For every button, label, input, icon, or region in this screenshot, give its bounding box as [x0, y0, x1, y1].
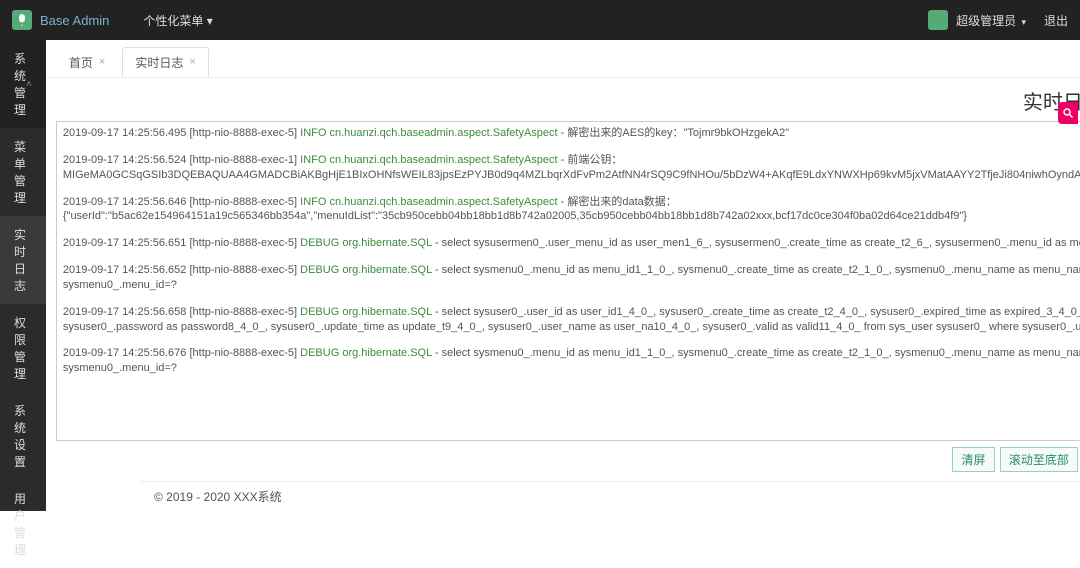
footer: © 2019 - 2020 XXX系统: [140, 481, 1080, 511]
close-icon[interactable]: ×: [189, 56, 195, 68]
chevron-down-icon: ▾: [207, 14, 213, 28]
chevron-up-icon: ˄: [26, 79, 32, 90]
tabs-bar: 首页 × 实时日志 ×: [46, 46, 1080, 78]
user-label: 超级管理员: [956, 14, 1016, 28]
log-level: DEBUG: [300, 306, 339, 318]
log-logger: cn.huanzi.qch.baseadmin.aspect.SafetyAsp…: [329, 154, 557, 166]
sidebar-item-label: 用户管理: [14, 490, 32, 558]
tab-label: 实时日志: [135, 54, 183, 71]
page-title: 实时日志: [46, 78, 1080, 121]
log-entry: 2019-09-17 14:25:56.495 [http-nio-8888-e…: [63, 126, 1080, 141]
tab-home[interactable]: 首页 ×: [56, 47, 118, 77]
log-horizontal-scrollbar[interactable]: [63, 388, 1080, 400]
log-logger: cn.huanzi.qch.baseadmin.aspect.SafetyAsp…: [329, 196, 557, 208]
sidebar-item-menu-mgmt[interactable]: 菜单管理: [0, 128, 46, 216]
log-logger: cn.huanzi.qch.baseadmin.aspect.SafetyAsp…: [329, 127, 557, 139]
tab-realtime-log[interactable]: 实时日志 ×: [122, 47, 208, 77]
log-logger: org.hibernate.SQL: [342, 347, 431, 359]
sidebar-item-label: 菜单管理: [14, 138, 32, 206]
sidebar-item-permission[interactable]: 权限管理: [0, 304, 46, 392]
log-level: INFO: [300, 196, 326, 208]
tab-label: 首页: [69, 54, 93, 71]
brand-logo-icon: [12, 10, 32, 30]
sidebar-item-realtime-log[interactable]: 实时日志: [0, 216, 46, 304]
nav-menu-personalize[interactable]: 个性化菜单 ▾: [133, 12, 222, 29]
log-entry: 2019-09-17 14:25:56.658 [http-nio-8888-e…: [63, 305, 1080, 335]
sidebar-item-system-settings[interactable]: 系统设置: [0, 392, 46, 480]
sidebar-item-label: 系统设置: [14, 402, 32, 470]
copyright-text: © 2019 - 2020 XXX系统: [154, 488, 282, 505]
scroll-bottom-button[interactable]: 滚动至底部: [1000, 447, 1078, 472]
brand-title[interactable]: Base Admin: [40, 13, 109, 28]
user-area: 超级管理员 ▾ 退出: [928, 10, 1068, 30]
search-icon[interactable]: [1058, 102, 1078, 124]
log-button-row: 清屏 滚动至底部 开启自动滚动: [46, 441, 1080, 478]
log-viewer[interactable]: 2019-09-17 14:25:56.495 [http-nio-8888-e…: [56, 121, 1080, 441]
logout-link[interactable]: 退出: [1044, 12, 1068, 29]
sidebar-item-label: 实时日志: [14, 226, 32, 294]
chevron-down-icon: ▾: [1021, 17, 1026, 27]
log-level: DEBUG: [300, 237, 339, 249]
log-logger: org.hibernate.SQL: [342, 264, 431, 276]
log-entry: 2019-09-17 14:25:56.646 [http-nio-8888-e…: [63, 195, 1080, 225]
sidebar-item-user-mgmt[interactable]: 用户管理: [0, 480, 46, 568]
clear-button[interactable]: 清屏: [952, 447, 994, 472]
log-level: DEBUG: [300, 264, 339, 276]
sidebar-group-system[interactable]: 系统管理 ˄: [0, 40, 46, 128]
sidebar: 系统管理 ˄ 菜单管理 实时日志 权限管理 系统设置 用户管理: [0, 40, 46, 511]
log-entry: 2019-09-17 14:25:56.524 [http-nio-8888-e…: [63, 153, 1080, 183]
sidebar-group-label: 系统管理: [14, 50, 26, 118]
log-entry: 2019-09-17 14:25:56.676 [http-nio-8888-e…: [63, 346, 1080, 376]
log-level: INFO: [300, 154, 326, 166]
close-icon[interactable]: ×: [99, 56, 105, 68]
avatar-icon[interactable]: [928, 10, 948, 30]
log-entry: 2019-09-17 14:25:56.651 [http-nio-8888-e…: [63, 236, 1080, 251]
log-level: DEBUG: [300, 347, 339, 359]
user-dropdown[interactable]: 超级管理员 ▾: [956, 12, 1026, 29]
log-entry: 2019-09-17 14:25:56.652 [http-nio-8888-e…: [63, 263, 1080, 293]
top-navbar: Base Admin 个性化菜单 ▾ 超级管理员 ▾ 退出: [0, 0, 1080, 40]
log-level: INFO: [300, 127, 326, 139]
main-area: 首页 × 实时日志 × 实时日志 2019-09-17 14:25:56.495…: [46, 40, 1080, 511]
sidebar-item-label: 权限管理: [14, 314, 32, 382]
log-logger: org.hibernate.SQL: [342, 237, 431, 249]
log-logger: org.hibernate.SQL: [342, 306, 431, 318]
nav-menu-label: 个性化菜单: [143, 14, 203, 28]
